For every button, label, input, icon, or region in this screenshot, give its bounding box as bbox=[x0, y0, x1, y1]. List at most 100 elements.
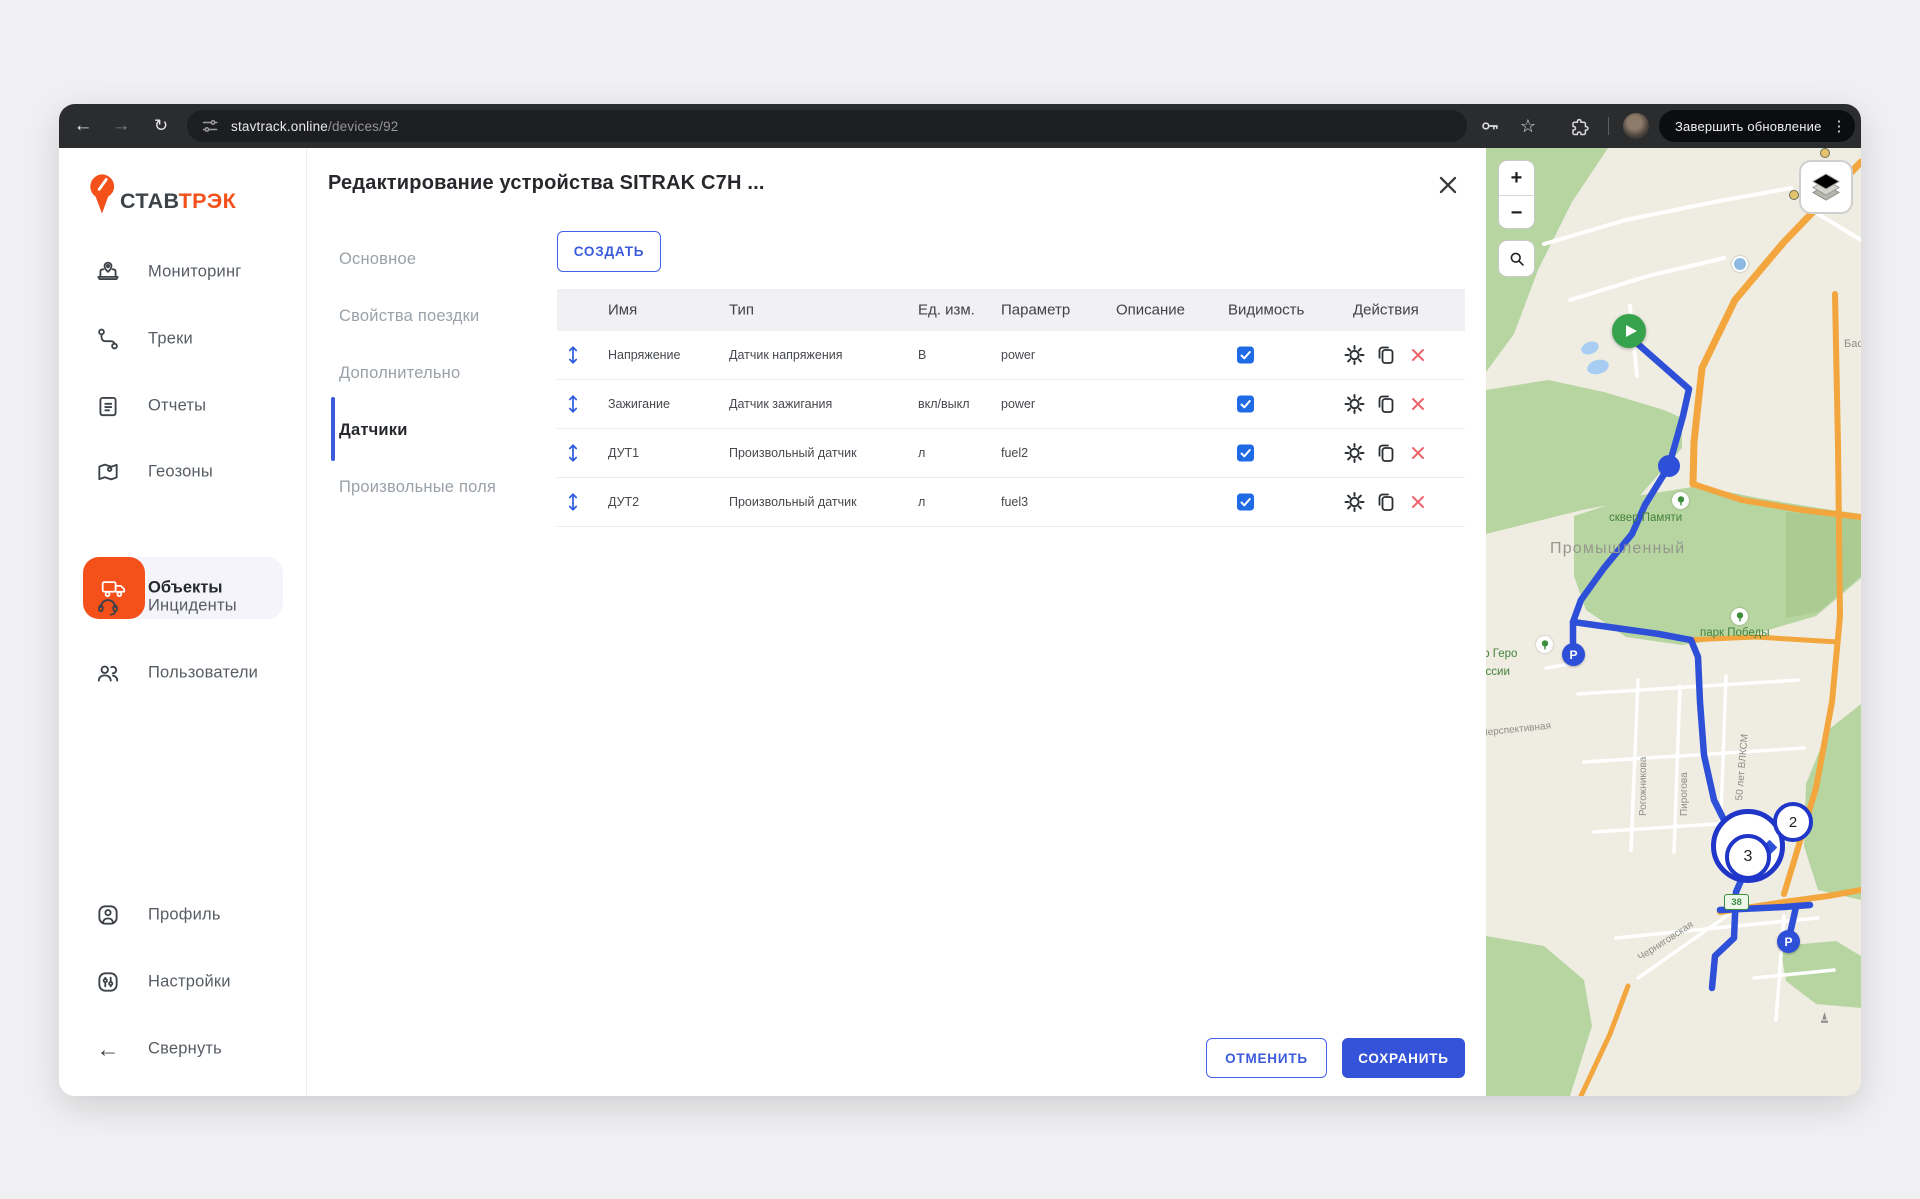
sidebar-label-monitoring: Мониторинг bbox=[148, 263, 242, 282]
delete-icon[interactable] bbox=[1409, 444, 1427, 462]
logo-part2: ТРЭК bbox=[179, 189, 237, 213]
tab-sensors[interactable]: Датчики bbox=[339, 421, 408, 440]
toolbar-divider bbox=[1608, 117, 1609, 135]
route-start-marker[interactable] bbox=[1612, 314, 1646, 348]
copy-icon[interactable] bbox=[1375, 442, 1397, 465]
create-button[interactable]: СОЗДАТЬ bbox=[557, 231, 661, 272]
password-key-icon[interactable] bbox=[1477, 104, 1503, 148]
header-param: Параметр bbox=[1001, 302, 1070, 319]
cluster-marker-small[interactable]: 2 bbox=[1773, 802, 1813, 842]
sidebar-label-tracks: Треки bbox=[148, 330, 193, 349]
profile-icon bbox=[95, 902, 121, 928]
drag-handle-icon[interactable] bbox=[565, 442, 581, 464]
tab-trip-properties[interactable]: Свойства поездки bbox=[339, 307, 479, 326]
delete-icon[interactable] bbox=[1409, 346, 1427, 364]
bookmark-star-icon[interactable]: ☆ bbox=[1515, 104, 1541, 148]
forward-icon[interactable]: → bbox=[109, 104, 133, 148]
reload-icon[interactable]: ↻ bbox=[149, 104, 173, 148]
back-icon[interactable]: ← bbox=[71, 104, 95, 148]
park-label: парк Победы bbox=[1700, 627, 1769, 639]
cancel-button[interactable]: ОТМЕНИТЬ bbox=[1206, 1038, 1327, 1078]
extensions-icon[interactable] bbox=[1567, 104, 1593, 148]
visibility-checkbox[interactable] bbox=[1237, 347, 1254, 364]
sidebar-item-monitoring[interactable]: Мониторинг bbox=[59, 246, 307, 298]
header-unit: Ед. изм. bbox=[918, 302, 975, 319]
url-bar[interactable]: stavtrack.online/devices/92 bbox=[187, 110, 1467, 142]
sidebar-label-users: Пользователи bbox=[148, 664, 258, 683]
table-row: ДУТ2 Произвольный датчик л fuel3 bbox=[557, 478, 1465, 527]
header-visibility: Видимость bbox=[1228, 302, 1304, 319]
tree-icon bbox=[1731, 608, 1748, 625]
cell-param: power bbox=[1001, 397, 1035, 411]
sensor-settings-icon[interactable] bbox=[1343, 442, 1366, 465]
drag-handle-icon[interactable] bbox=[565, 393, 581, 415]
park-label: сквер Памяти bbox=[1609, 512, 1682, 524]
copy-icon[interactable] bbox=[1375, 491, 1397, 514]
sidebar-item-reports[interactable]: Отчеты bbox=[59, 380, 307, 432]
header-actions: Действия bbox=[1353, 302, 1419, 319]
tab-additional[interactable]: Дополнительно bbox=[339, 364, 460, 383]
copy-icon[interactable] bbox=[1375, 344, 1397, 367]
tab-main[interactable]: Основное bbox=[339, 250, 416, 269]
browser-toolbar: ← → ↻ stavtrack.online/devices/92 bbox=[59, 104, 1861, 148]
visibility-checkbox[interactable] bbox=[1237, 396, 1254, 413]
visibility-checkbox[interactable] bbox=[1237, 494, 1254, 511]
sidebar-item-geozones[interactable]: Геозоны bbox=[59, 446, 307, 498]
parking-marker[interactable]: P bbox=[1777, 930, 1800, 953]
map-search-button[interactable] bbox=[1498, 240, 1535, 277]
street-label: Рогожникова bbox=[1638, 757, 1649, 816]
delete-icon[interactable] bbox=[1409, 395, 1427, 413]
sidebar-collapse[interactable]: ← Свернуть bbox=[59, 1023, 307, 1075]
zoom-in-button[interactable]: + bbox=[1499, 161, 1534, 195]
browser-menu-icon[interactable]: ⋮ bbox=[1832, 117, 1847, 135]
profile-avatar[interactable] bbox=[1623, 113, 1649, 139]
finish-update-button[interactable]: Завершить обновление ⋮ bbox=[1659, 110, 1855, 142]
park-label: России bbox=[1486, 666, 1510, 678]
cell-type: Произвольный датчик bbox=[729, 495, 857, 509]
users-icon bbox=[95, 660, 121, 686]
layers-icon bbox=[1809, 170, 1843, 204]
road-poi-icon bbox=[1789, 190, 1799, 200]
tree-icon bbox=[1536, 636, 1553, 653]
map[interactable]: Промышленный сквер Памяти парк Победы ск… bbox=[1486, 148, 1861, 1096]
sidebar-item-profile[interactable]: Профиль bbox=[59, 889, 307, 941]
sidebar-label-settings: Настройки bbox=[148, 973, 231, 992]
browser-window: ← → ↻ stavtrack.online/devices/92 bbox=[59, 104, 1861, 1096]
route-node-marker[interactable] bbox=[1658, 455, 1680, 477]
sensor-settings-icon[interactable] bbox=[1343, 491, 1366, 514]
close-icon[interactable] bbox=[1435, 172, 1461, 198]
drag-handle-icon[interactable] bbox=[565, 344, 581, 366]
visibility-checkbox[interactable] bbox=[1237, 445, 1254, 462]
cell-unit: В bbox=[918, 348, 926, 362]
page-title: Редактирование устройства SITRAK C7H ... bbox=[328, 172, 765, 195]
tab-custom-fields[interactable]: Произвольные поля bbox=[339, 478, 496, 497]
site-settings-icon[interactable] bbox=[201, 117, 219, 135]
incidents-icon bbox=[95, 593, 121, 619]
cell-param: power bbox=[1001, 348, 1035, 362]
copy-icon[interactable] bbox=[1375, 393, 1397, 416]
map-layers-button[interactable] bbox=[1799, 160, 1853, 214]
geozones-icon bbox=[95, 459, 121, 485]
parking-marker[interactable]: P bbox=[1562, 643, 1585, 666]
road-shield: 38 bbox=[1724, 894, 1749, 910]
delete-icon[interactable] bbox=[1409, 493, 1427, 511]
sensor-settings-icon[interactable] bbox=[1343, 393, 1366, 416]
active-tab-indicator bbox=[331, 397, 335, 461]
sidebar-item-tracks[interactable]: Треки bbox=[59, 313, 307, 365]
cell-param: fuel2 bbox=[1001, 446, 1028, 460]
sidebar-item-incidents[interactable]: Инциденты bbox=[59, 580, 307, 632]
stavtrack-logo[interactable]: СТАВТРЭК bbox=[88, 168, 278, 216]
reports-icon bbox=[95, 393, 121, 419]
sidebar-label-profile: Профиль bbox=[148, 906, 221, 925]
save-button[interactable]: СОХРАНИТЬ bbox=[1342, 1038, 1465, 1078]
drag-handle-icon[interactable] bbox=[565, 491, 581, 513]
url-host: stavtrack.online bbox=[231, 119, 328, 134]
park-label: сквер Геро bbox=[1486, 648, 1517, 660]
zoom-out-button[interactable]: − bbox=[1499, 196, 1534, 229]
sidebar: СТАВТРЭК Мониторинг bbox=[59, 148, 307, 1096]
sensor-settings-icon[interactable] bbox=[1343, 344, 1366, 367]
header-description: Описание bbox=[1116, 302, 1185, 319]
sidebar-item-settings[interactable]: Настройки bbox=[59, 956, 307, 1008]
search-icon bbox=[1508, 250, 1526, 268]
sidebar-item-users[interactable]: Пользователи bbox=[59, 647, 307, 699]
